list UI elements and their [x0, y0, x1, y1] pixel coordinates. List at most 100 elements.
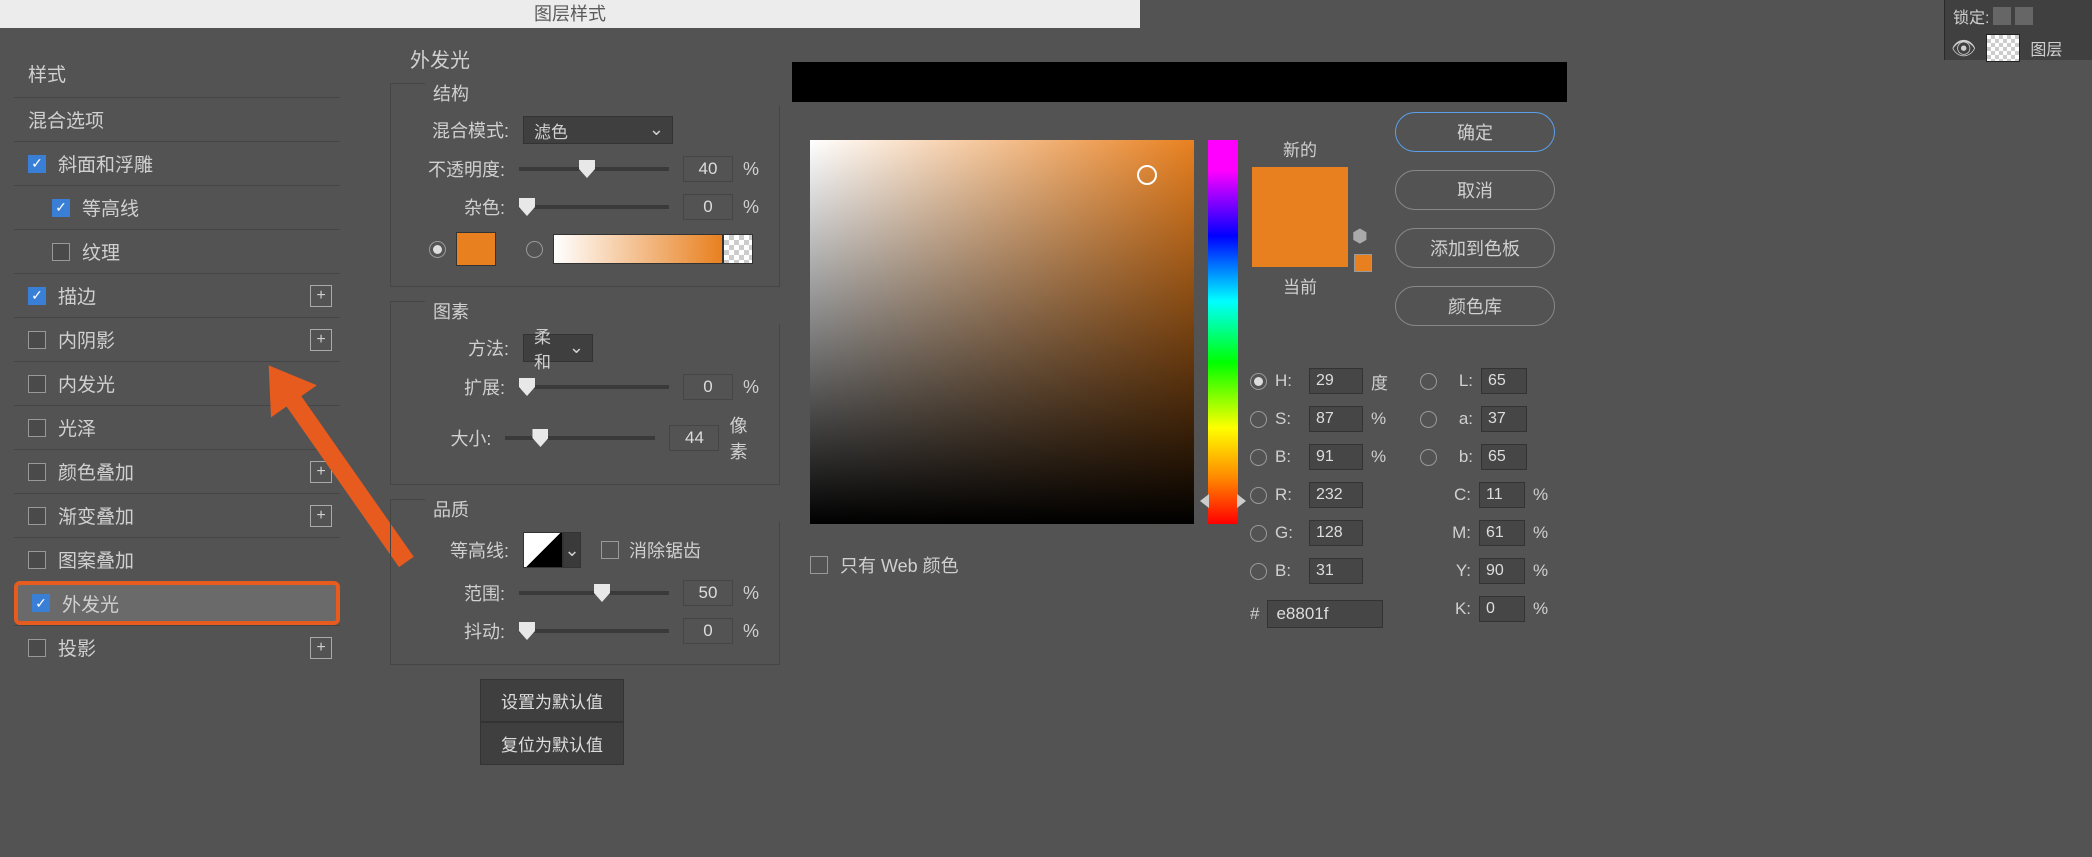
gradient-dropdown-icon[interactable]: [723, 234, 753, 264]
styles-header[interactable]: 样式: [14, 50, 340, 97]
contour-dropdown-icon[interactable]: ⌄: [563, 532, 581, 568]
jitter-input[interactable]: [683, 618, 733, 644]
b2-input[interactable]: [1309, 558, 1363, 584]
ok-button[interactable]: 确定: [1395, 112, 1555, 152]
add-effect-icon[interactable]: +: [310, 505, 332, 527]
style-row-texture[interactable]: 纹理: [14, 229, 340, 273]
color-picker-titlebar[interactable]: [792, 62, 1567, 102]
web-safe-swatch[interactable]: [1354, 254, 1372, 272]
add-effect-icon[interactable]: +: [310, 637, 332, 659]
contour-swatch[interactable]: [523, 532, 563, 568]
current-label: 当前: [1252, 273, 1348, 298]
s-radio[interactable]: [1250, 411, 1267, 428]
spread-slider[interactable]: [519, 385, 669, 389]
jitter-slider[interactable]: [519, 629, 669, 633]
style-row-bevel[interactable]: ✓ 斜面和浮雕: [14, 141, 340, 185]
style-row-gradient-overlay[interactable]: 渐变叠加 +: [14, 493, 340, 537]
checkbox-icon[interactable]: [28, 551, 46, 569]
k-input[interactable]: [1479, 596, 1525, 622]
checkbox-icon[interactable]: ✓: [28, 155, 46, 173]
g-radio[interactable]: [1250, 525, 1267, 542]
blend-options-row[interactable]: 混合选项: [14, 97, 340, 141]
checkbox-icon[interactable]: ✓: [52, 199, 70, 217]
style-label: 斜面和浮雕: [58, 150, 153, 177]
s-input[interactable]: [1309, 406, 1363, 432]
range-input[interactable]: [683, 580, 733, 606]
layer-thumbnail[interactable]: [1986, 34, 2020, 62]
blend-mode-select[interactable]: 滤色: [523, 116, 673, 144]
checkbox-icon[interactable]: ✓: [32, 594, 50, 612]
checkbox-icon[interactable]: [28, 375, 46, 393]
r-radio[interactable]: [1250, 487, 1267, 504]
h-input[interactable]: [1309, 368, 1363, 394]
glow-color-swatch[interactable]: [456, 232, 496, 266]
saturation-brightness-box[interactable]: [810, 140, 1194, 524]
noise-input[interactable]: [683, 194, 733, 220]
checkbox-icon[interactable]: [28, 463, 46, 481]
checkbox-icon[interactable]: [28, 331, 46, 349]
method-select[interactable]: 柔和: [523, 334, 593, 362]
labb-radio[interactable]: [1420, 449, 1437, 466]
y-input[interactable]: [1479, 558, 1525, 584]
b2-radio[interactable]: [1250, 563, 1267, 580]
reset-default-button[interactable]: 复位为默认值: [480, 722, 624, 765]
spread-input[interactable]: [683, 374, 733, 400]
hex-prefix: #: [1250, 604, 1259, 624]
b-input[interactable]: [1309, 444, 1363, 470]
color-lib-button[interactable]: 颜色库: [1395, 286, 1555, 326]
noise-slider[interactable]: [519, 205, 669, 209]
hue-slider[interactable]: [1208, 140, 1238, 524]
checkbox-icon[interactable]: [52, 243, 70, 261]
add-effect-icon[interactable]: +: [310, 285, 332, 307]
current-color-swatch[interactable]: [1252, 217, 1348, 267]
percent-unit: %: [743, 621, 759, 642]
hex-input[interactable]: [1267, 600, 1383, 628]
a-radio[interactable]: [1420, 411, 1437, 428]
checkbox-icon[interactable]: [28, 507, 46, 525]
style-row-stroke[interactable]: ✓ 描边 +: [14, 273, 340, 317]
l-input[interactable]: [1481, 368, 1527, 394]
gradient-radio[interactable]: [526, 241, 543, 258]
cancel-button[interactable]: 取消: [1395, 170, 1555, 210]
c-input[interactable]: [1479, 482, 1525, 508]
style-row-contour[interactable]: ✓ 等高线: [14, 185, 340, 229]
web-only-checkbox[interactable]: [810, 556, 828, 574]
range-slider[interactable]: [519, 591, 669, 595]
add-swatch-button[interactable]: 添加到色板: [1395, 228, 1555, 268]
style-row-pattern-overlay[interactable]: 图案叠加: [14, 537, 340, 581]
gamut-warning-icon[interactable]: ⬢: [1352, 226, 1368, 247]
sat-cursor-icon[interactable]: [1137, 165, 1157, 185]
checkbox-icon[interactable]: [28, 639, 46, 657]
g-input[interactable]: [1309, 520, 1363, 546]
solid-color-radio[interactable]: [429, 241, 446, 258]
hue-slider-thumb[interactable]: [1200, 494, 1246, 508]
style-row-drop-shadow[interactable]: 投影 +: [14, 625, 340, 669]
style-row-color-overlay[interactable]: 颜色叠加 +: [14, 449, 340, 493]
b-radio[interactable]: [1250, 449, 1267, 466]
h-radio[interactable]: [1250, 373, 1267, 390]
l-radio[interactable]: [1420, 373, 1437, 390]
antialias-checkbox[interactable]: [601, 541, 619, 559]
layer-name[interactable]: 图层: [2030, 36, 2062, 60]
antialias-label: 消除锯齿: [629, 537, 701, 563]
style-label: 光泽: [58, 414, 96, 441]
checkbox-icon[interactable]: ✓: [28, 287, 46, 305]
lock-pixels-icon[interactable]: [1993, 7, 2011, 25]
lock-position-icon[interactable]: [2015, 7, 2033, 25]
add-effect-icon[interactable]: +: [310, 329, 332, 351]
r-input[interactable]: [1309, 482, 1363, 508]
size-label: 大小:: [411, 425, 491, 451]
gradient-swatch[interactable]: [553, 234, 723, 264]
layer-row[interactable]: 👁 图层: [1945, 32, 2092, 64]
labb-input[interactable]: [1481, 444, 1527, 470]
visibility-eye-icon[interactable]: 👁: [1951, 36, 1976, 61]
set-default-button[interactable]: 设置为默认值: [480, 679, 624, 722]
size-slider[interactable]: [505, 436, 655, 440]
opacity-input[interactable]: [683, 156, 733, 182]
opacity-slider[interactable]: [519, 167, 669, 171]
style-row-outer-glow[interactable]: ✓ 外发光: [14, 581, 340, 625]
checkbox-icon[interactable]: [28, 419, 46, 437]
m-input[interactable]: [1479, 520, 1525, 546]
a-input[interactable]: [1481, 406, 1527, 432]
size-input[interactable]: [669, 425, 719, 451]
